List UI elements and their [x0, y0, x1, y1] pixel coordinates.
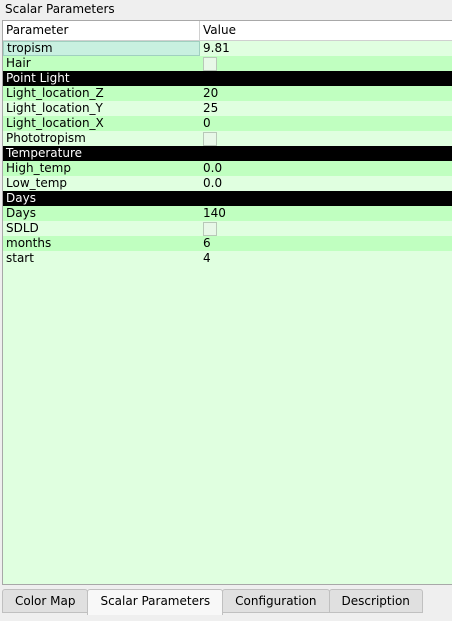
table-row[interactable]: tropism 9.81 [3, 41, 452, 56]
table-row[interactable]: Hair [3, 56, 452, 71]
parameter-value[interactable]: 4 [200, 251, 211, 266]
table-row[interactable]: months 6 [3, 236, 452, 251]
section-label: Point Light [6, 71, 70, 85]
tab-configuration[interactable]: Configuration [222, 589, 330, 613]
parameter-value[interactable]: 25 [200, 101, 218, 116]
parameter-value[interactable]: 140 [200, 206, 226, 221]
parameter-name: Light_location_Y [6, 101, 103, 115]
section-label: Days [6, 191, 36, 205]
section-label: Temperature [6, 146, 83, 160]
tab-description[interactable]: Description [328, 589, 423, 613]
table-header: Parameter Value [3, 21, 452, 41]
parameter-name: Low_temp [6, 176, 68, 190]
column-header-parameter[interactable]: Parameter [3, 21, 200, 40]
parameter-name: months [6, 236, 52, 250]
table-row[interactable]: Light_location_Y 25 [3, 101, 452, 116]
parameter-name: Light_location_Z [6, 86, 104, 100]
parameter-value[interactable]: 9.81 [200, 41, 230, 56]
parameter-name: Phototropism [6, 131, 86, 145]
checkbox[interactable] [203, 222, 217, 236]
parameter-value[interactable]: 0.0 [200, 161, 222, 176]
parameter-value[interactable]: 6 [200, 236, 211, 251]
section-header[interactable]: Temperature [3, 146, 452, 161]
tab-scalar-parameters[interactable]: Scalar Parameters [87, 589, 224, 615]
tab-bar: Color Map Scalar Parameters Configuration D… [2, 589, 423, 615]
parameter-name: Light_location_X [6, 116, 104, 130]
section-header[interactable]: Days [3, 191, 452, 206]
parameter-name: tropism [3, 41, 200, 56]
table-row[interactable]: Days 140 [3, 206, 452, 221]
table-row[interactable]: Phototropism [3, 131, 452, 146]
section-header[interactable]: Point Light [3, 71, 452, 86]
tab-color-map[interactable]: Color Map [2, 589, 89, 613]
parameter-name: start [6, 251, 34, 265]
parameter-table[interactable]: Parameter Value tropism 9.81 Hair Point Lig… [2, 20, 452, 585]
parameter-name: Hair [6, 56, 31, 70]
table-row[interactable]: Light_location_X 0 [3, 116, 452, 131]
table-row[interactable]: High_temp 0.0 [3, 161, 452, 176]
checkbox[interactable] [203, 132, 217, 146]
table-row[interactable]: SDLD [3, 221, 452, 236]
parameter-name: Days [6, 206, 36, 220]
table-row[interactable]: Low_temp 0.0 [3, 176, 452, 191]
parameter-value[interactable]: 20 [200, 86, 218, 101]
table-row[interactable]: start 4 [3, 251, 452, 266]
parameter-value[interactable]: 0 [200, 116, 211, 131]
table-row[interactable]: Light_location_Z 20 [3, 86, 452, 101]
panel-title: Scalar Parameters [5, 2, 115, 16]
parameter-name: High_temp [6, 161, 71, 175]
parameter-value[interactable]: 0.0 [200, 176, 222, 191]
checkbox[interactable] [203, 57, 217, 71]
column-header-value[interactable]: Value [200, 21, 236, 40]
parameter-name: SDLD [6, 221, 39, 235]
